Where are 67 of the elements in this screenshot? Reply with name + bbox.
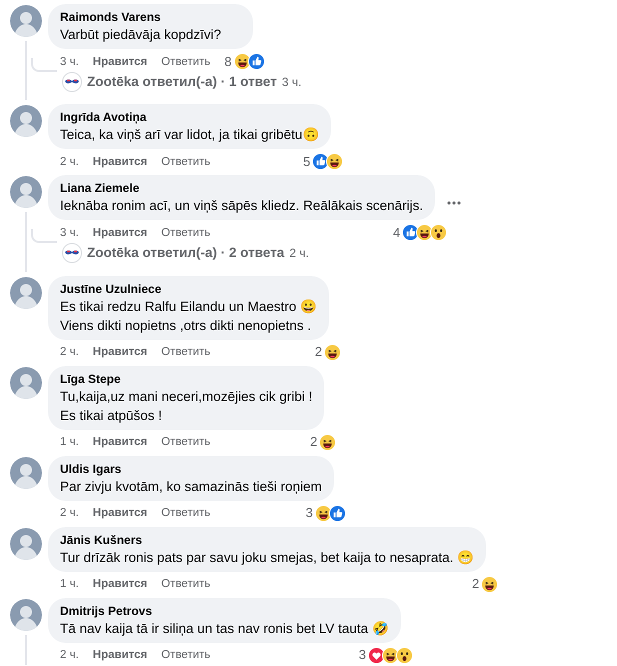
reply-link[interactable]: Ответить [161, 647, 210, 663]
comment-text: Tur drīzāk ronis pats par savu joku smejas, bet kaija to nesaprata. 😁 [60, 548, 474, 566]
reply-time: 2 ч. [289, 245, 309, 262]
comment-text: Tu,kaija,uz mani neceri,mozējies cik gribi ! [60, 388, 312, 406]
comment-time[interactable]: 3 ч. [60, 224, 79, 241]
page-logo-icon[interactable] [62, 243, 82, 264]
like-link[interactable]: Нравится [92, 54, 148, 70]
author-name[interactable]: Uldis Igars [60, 462, 322, 476]
comment-text: Teica, ka viņš arī var lidot, ja tikai gribētu🙃 [60, 126, 320, 144]
like-link[interactable]: Нравится [92, 576, 148, 592]
author-name[interactable]: Liana Ziemele [60, 181, 424, 196]
avatar[interactable] [10, 276, 42, 308]
comment-time[interactable]: 2 ч. [60, 505, 79, 521]
avatar[interactable] [10, 456, 42, 488]
author-name[interactable]: Līga Stepe [60, 372, 312, 386]
avatar[interactable] [10, 366, 42, 398]
author-name[interactable]: Dmitrijs Petrovs [60, 604, 389, 618]
reply-link[interactable]: Ответить [161, 154, 210, 170]
reply-link[interactable]: Ответить [161, 434, 210, 450]
reaction-count[interactable]: 2 [310, 434, 318, 450]
like-link[interactable]: Нравится [92, 224, 148, 241]
reaction-count[interactable]: 5 [303, 154, 310, 170]
comment-text: Es tikai redzu Ralfu Eilandu un Maestro 😀 [60, 298, 318, 316]
like-link[interactable]: Нравится [92, 434, 148, 450]
comment-time[interactable]: 2 ч. [60, 647, 79, 663]
more-icon [447, 200, 462, 205]
replies-link[interactable]: Zootēka ответил(-а) · 2 ответа [87, 243, 284, 264]
reaction-count[interactable]: 3 [306, 505, 313, 521]
author-name[interactable]: Jānis Kušners [60, 532, 474, 548]
reply-link[interactable]: Ответить [161, 54, 210, 70]
reaction-count[interactable]: 3 [358, 647, 366, 663]
comment-time[interactable]: 1 ч. [60, 576, 79, 592]
reply-link[interactable]: Ответить [161, 505, 210, 521]
avatar[interactable] [10, 5, 42, 37]
avatar[interactable] [10, 176, 42, 208]
avatar[interactable] [10, 528, 42, 560]
comment-text: Ieknāba ronim acī, un viņš sāpēs kliedz. Reālākais scenārijs. [60, 197, 424, 216]
reaction-count[interactable]: 2 [472, 576, 480, 592]
comment-text: Tā nav kaija tā ir siliņa un tas nav ronis bet LV tauta 🤣 [60, 620, 389, 638]
reply-time: 3 ч. [282, 74, 302, 92]
comment-text: Viens dikti nopietns ,otrs dikti nenopietns . [60, 316, 312, 334]
avatar[interactable] [10, 105, 42, 138]
author-name[interactable]: Ingrīda Avotiņa [60, 110, 320, 126]
reply-link[interactable]: Ответить [161, 224, 210, 241]
comment-time[interactable]: 2 ч. [60, 344, 79, 360]
replies-link[interactable]: Zootēka ответил(-а) · 1 ответ [87, 72, 277, 92]
comment-time[interactable]: 2 ч. [60, 154, 79, 170]
comment-time[interactable]: 3 ч. [60, 54, 79, 70]
comment-time[interactable]: 1 ч. [60, 434, 79, 450]
reply-link[interactable]: Ответить [161, 344, 210, 360]
thread-connector [31, 58, 57, 72]
author-name[interactable]: Justīne Uzulniece [60, 282, 318, 296]
like-link[interactable]: Нравится [92, 154, 148, 170]
author-name[interactable]: Raimonds Varens [60, 10, 241, 25]
comment-text: Es tikai atpūšos ! [60, 406, 164, 424]
page-logo-icon[interactable] [62, 72, 82, 92]
avatar[interactable] [10, 598, 42, 630]
thread-connector [31, 229, 57, 244]
reaction-count[interactable]: 8 [224, 54, 232, 70]
like-link[interactable]: Нравится [92, 344, 148, 360]
comment-text: Par zivju kvotām, ko samazinās tieši roņiem [60, 478, 322, 496]
comment-text: Varbūt piedāvāja kopdzīvi? [60, 26, 222, 44]
like-link[interactable]: Нравится [92, 505, 148, 521]
reaction-count[interactable]: 2 [314, 344, 322, 360]
reply-link[interactable]: Ответить [161, 576, 210, 592]
reaction-count[interactable]: 4 [392, 224, 400, 241]
like-link[interactable]: Нравится [92, 647, 148, 663]
